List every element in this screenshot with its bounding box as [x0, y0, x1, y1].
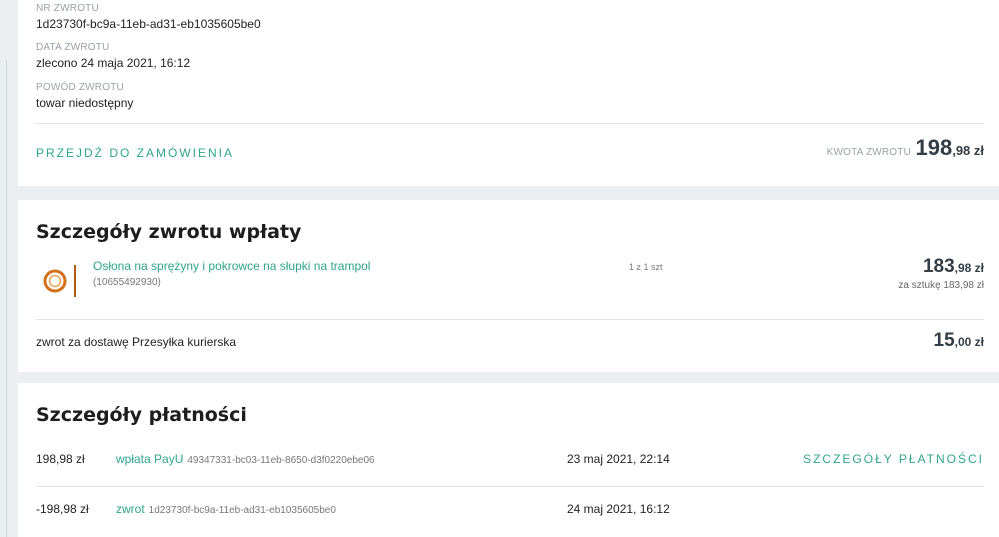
- payment-date: 24 maj 2021, 16:12: [567, 502, 670, 516]
- payment-method-name: wpłata PayU: [116, 452, 184, 466]
- left-border-line: [6, 60, 7, 537]
- divider: [36, 319, 984, 320]
- product-quantity: 1 z 1 szt: [629, 262, 663, 272]
- payment-date: 23 maj 2021, 22:14: [567, 452, 670, 466]
- refund-amount: KWOTA ZWROTU 198,98 zł: [827, 135, 984, 161]
- payment-ref: 1d23730f-bc9a-11eb-ad31-eb1035605be0: [148, 505, 336, 516]
- payment-method: wpłata PayU 49347331-bc03-11eb-8650-d3f02…: [116, 452, 375, 466]
- payment-amount: 198,98 zł: [36, 452, 85, 466]
- refund-amount-dec: ,98 zł: [952, 143, 984, 158]
- product-price: 183,98 zł: [923, 256, 984, 278]
- shipping-refund-amount: 15,00 zł: [934, 330, 985, 352]
- refund-details-card: Szczegóły zwrotu wpłaty Osłona na spręży…: [18, 200, 999, 372]
- payment-method: zwrot 1d23730f-bc9a-11eb-ad31-eb1035605be…: [116, 502, 336, 516]
- product-name-link[interactable]: Osłona na sprężyny i pokrowce na słupki …: [93, 259, 370, 273]
- payment-amount: -198,98 zł: [36, 502, 89, 516]
- shipping-amount-dec: ,00 zł: [954, 335, 984, 349]
- payment-details-card: Szczegóły płatności 198,98 zł wpłata Pay…: [18, 383, 999, 537]
- refund-amount-label: KWOTA ZWROTU: [826, 147, 912, 158]
- payment-ref: 49347331-bc03-11eb-8650-d3f0220ebe06: [187, 455, 375, 466]
- product-unit-price: za sztukę 183,98 zł: [898, 280, 984, 291]
- refund-amount-int: 198: [915, 135, 953, 160]
- payment-details-title: Szczegóły płatności: [36, 404, 247, 426]
- payment-details-link[interactable]: SZCZEGÓŁY PŁATNOŚCI: [803, 452, 984, 466]
- refund-date-value: zlecono 24 maja 2021, 16:12: [36, 56, 191, 70]
- product-price-int: 183: [922, 256, 955, 277]
- refund-reason-value: towar niedostępny: [36, 96, 134, 110]
- product-id: (10655492930): [93, 277, 161, 288]
- payment-method-name: zwrot: [116, 502, 145, 516]
- refund-details-title: Szczegóły zwrotu wpłaty: [36, 221, 302, 243]
- shipping-refund-label: zwrot za dostawę Przesyłka kurierska: [36, 335, 237, 349]
- refund-reason-label: POWÓD ZWROTU: [36, 82, 124, 93]
- refund-number-value: 1d23730f-bc9a-11eb-ad31-eb1035605be0: [36, 17, 261, 31]
- divider: [36, 123, 984, 124]
- goto-order-link[interactable]: PRZEJDŹ DO ZAMÓWIENIA: [36, 146, 234, 160]
- refund-info-card: NR ZWROTU 1d23730f-bc9a-11eb-ad31-eb1035…: [18, 0, 999, 186]
- product-price-dec: ,98 zł: [954, 261, 984, 275]
- refund-number-label: NR ZWROTU: [36, 3, 99, 14]
- shipping-amount-int: 15: [933, 330, 955, 351]
- product-thumbnail-icon[interactable]: [42, 263, 82, 299]
- divider: [36, 486, 984, 487]
- refund-date-label: DATA ZWROTU: [36, 42, 110, 53]
